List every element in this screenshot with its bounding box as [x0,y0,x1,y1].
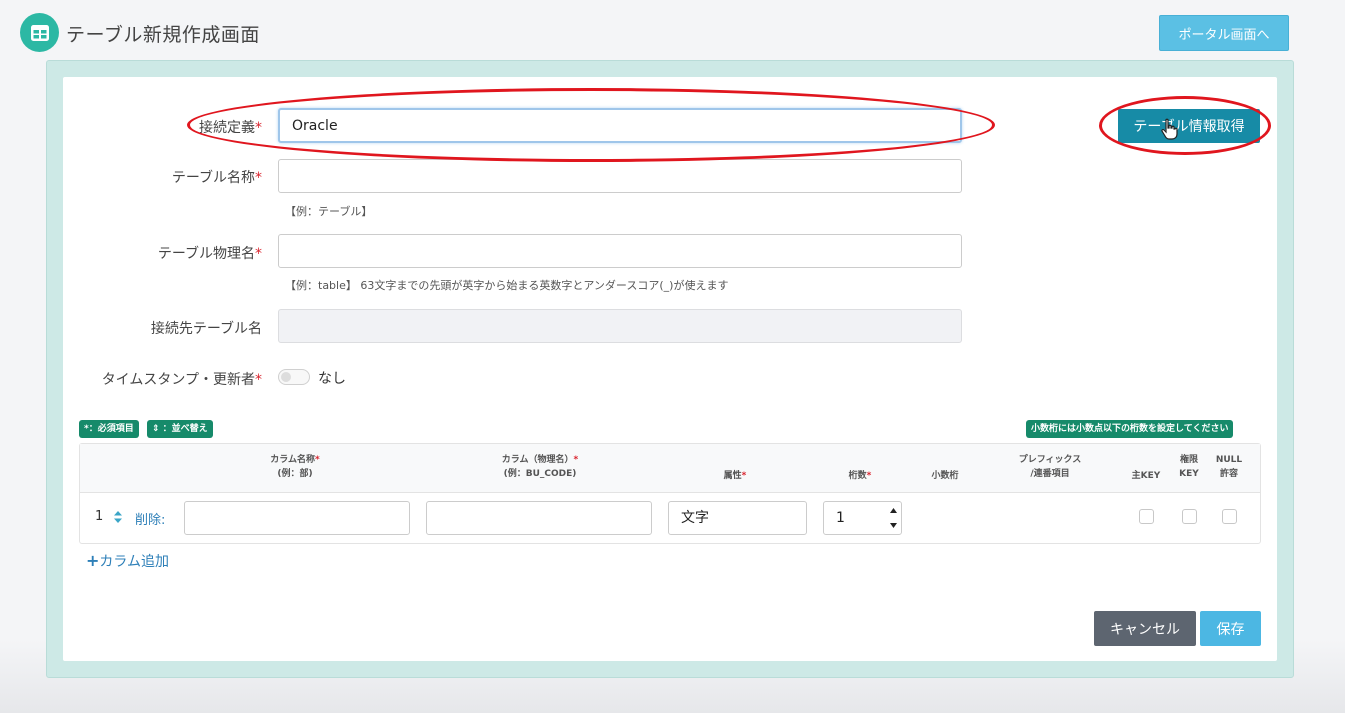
th-col-name: カラム名称* (例：部) [230,453,360,481]
required-mark: * [866,471,872,481]
table-name-label-text: テーブル名称 [171,170,255,186]
required-badge: *：必須項目 [79,420,139,438]
dest-table-label-text: 接続先テーブル名 [150,321,262,337]
table-app-icon [20,13,59,52]
th-prefix: プレフィックス /連番項目 [1005,453,1095,481]
th-null-line1: NULL [1215,455,1243,465]
timestamp-toggle-label: なし [318,371,346,387]
cancel-button[interactable]: キャンセル [1094,611,1196,646]
column-name-input[interactable] [184,501,410,535]
th-digits-text: 桁数 [848,471,867,481]
required-mark: * [315,455,320,465]
null-allowed-checkbox[interactable] [1222,509,1237,524]
sort-badge: ⇕ ：並べ替え [147,420,213,438]
physical-name-hint: 【例：table】 63文字までの先頭が英字から始まる英数字とアンダースコア(_… [285,279,729,292]
attribute-select[interactable]: 文字 [668,501,807,535]
physical-name-label: テーブル物理名* [62,243,262,263]
table-name-hint: 【例：テーブル】 [285,205,373,218]
th-attribute: 属性* [700,469,770,483]
toggle-knob [281,372,291,382]
sort-handle-icon[interactable] [113,510,123,524]
page-title: テーブル新規作成画面 [66,24,260,46]
required-mark: * [741,471,747,481]
stepper-arrows-icon[interactable] [886,503,901,533]
timestamp-label-text: タイムスタンプ・更新者 [101,372,255,388]
column-physical-input[interactable] [426,501,652,535]
th-col-physical: カラム（物理名）* (例：BU_CODE) [465,453,615,481]
th-primary-key: 主KEY [1131,471,1161,481]
portal-button[interactable]: ポータル画面へ [1159,15,1289,51]
th-decimal: 小数桁 [931,471,959,481]
physical-name-label-text: テーブル物理名 [157,246,255,262]
th-col-physical-example: (例：BU_CODE) [503,469,577,479]
dest-table-label: 接続先テーブル名 [62,318,262,338]
th-col-name-text: カラム名称 [270,455,315,465]
th-permission-line2: KEY [1179,469,1199,479]
th-attribute-text: 属性 [723,471,742,481]
table-name-input[interactable] [278,159,962,193]
th-permission-key: 権限 KEY [1170,453,1208,481]
required-mark: * [255,372,262,388]
highlight-get-info [1099,96,1271,155]
add-column-link[interactable]: +カラム追加 [86,551,169,571]
th-null-line2: 許容 [1219,469,1238,479]
save-button[interactable]: 保存 [1200,611,1261,646]
add-column-label: カラム追加 [99,554,169,570]
physical-name-input[interactable] [278,234,962,268]
dest-table-input [278,309,962,343]
row-number: 1 [95,509,104,524]
required-mark: * [573,455,579,465]
th-null-allowed: NULL 許容 [1210,453,1248,481]
decimal-note-badge: 小数桁には小数点以下の桁数を設定してください [1026,420,1234,438]
primary-key-checkbox[interactable] [1139,509,1154,524]
th-col-name-example: (例：部) [277,469,313,479]
th-permission-line1: 権限 [1179,455,1198,465]
th-digits: 桁数* [830,469,890,483]
permission-key-checkbox[interactable] [1182,509,1197,524]
delete-row-link[interactable]: 削除: [135,509,165,528]
timestamp-toggle[interactable] [278,369,310,385]
table-name-label: テーブル名称* [62,167,262,187]
timestamp-label: タイムスタンプ・更新者* [62,369,262,389]
required-mark: * [255,170,262,186]
plus-icon: + [86,551,100,570]
required-mark: * [255,246,262,262]
highlight-connection [187,88,995,162]
th-prefix-line2: /連番項目 [1030,469,1070,479]
th-col-physical-text: カラム（物理名） [501,455,574,465]
th-prefix-line1: プレフィックス [1018,455,1082,465]
